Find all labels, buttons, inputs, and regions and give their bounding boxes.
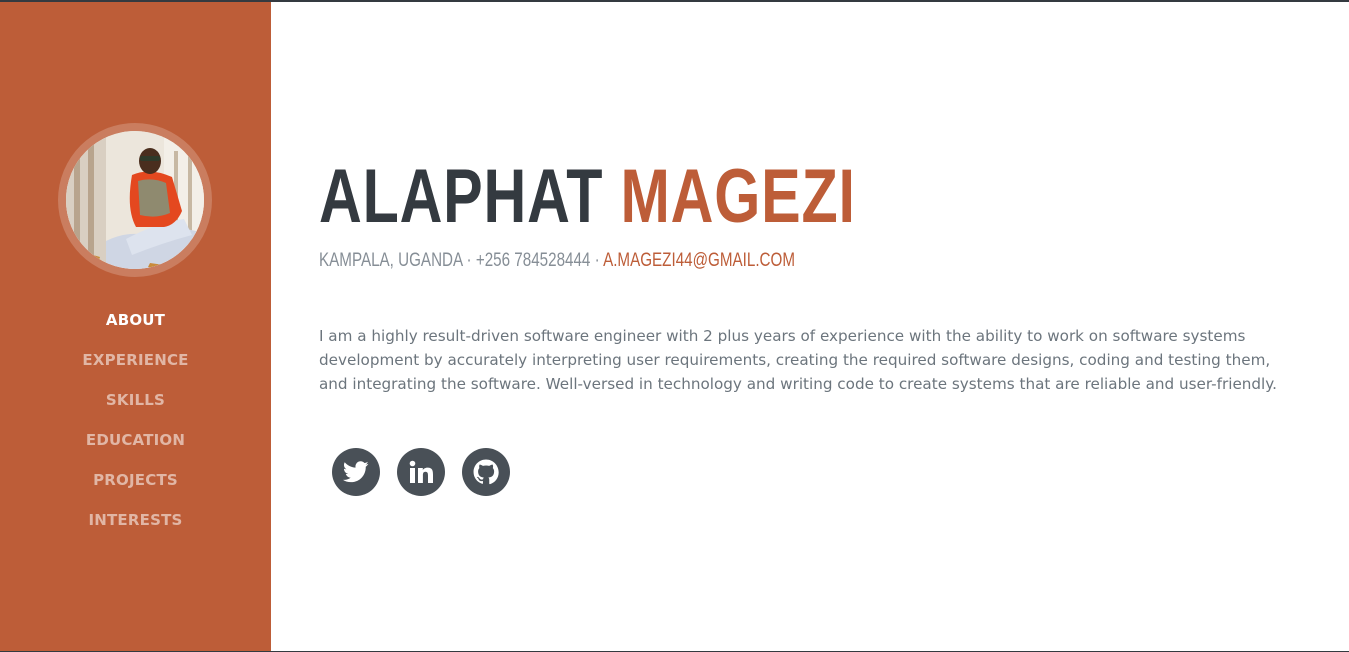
nav-item-experience[interactable]: EXPERIENCE xyxy=(0,342,271,382)
email-link[interactable]: A.MAGEZI44@GMAIL.COM xyxy=(603,250,795,271)
github-icon xyxy=(473,459,499,485)
last-name: MAGEZI xyxy=(620,154,856,239)
twitter-icon xyxy=(343,461,369,483)
nav-item-projects[interactable]: PROJECTS xyxy=(0,462,271,502)
location-text: KAMPALA, UGANDA xyxy=(319,250,463,271)
nav-item-about[interactable]: ABOUT xyxy=(0,302,271,342)
avatar-photo xyxy=(66,131,204,269)
github-button[interactable] xyxy=(462,448,510,496)
linkedin-button[interactable] xyxy=(397,448,445,496)
avatar[interactable] xyxy=(66,131,204,269)
separator: · xyxy=(462,250,476,271)
nav-item-interests[interactable]: INTERESTS xyxy=(0,502,271,542)
sidebar: ABOUT EXPERIENCE SKILLS EDUCATION PROJEC… xyxy=(0,2,271,651)
about-description: I am a highly result-driven software eng… xyxy=(319,327,1277,393)
separator: · xyxy=(590,250,604,271)
nav-item-skills[interactable]: SKILLS xyxy=(0,382,271,422)
sidebar-nav: ABOUT EXPERIENCE SKILLS EDUCATION PROJEC… xyxy=(0,302,271,542)
linkedin-icon xyxy=(409,460,433,483)
page-title: ALAPHAT MAGEZI xyxy=(319,152,856,242)
contact-line: KAMPALA, UGANDA · +256 784528444 · A.MAG… xyxy=(319,250,795,272)
twitter-button[interactable] xyxy=(332,448,380,496)
social-icons xyxy=(332,448,510,496)
avatar-ring xyxy=(58,123,212,277)
phone-text: +256 784528444 xyxy=(475,250,591,271)
first-name: ALAPHAT xyxy=(319,154,604,239)
nav-item-education[interactable]: EDUCATION xyxy=(0,422,271,462)
